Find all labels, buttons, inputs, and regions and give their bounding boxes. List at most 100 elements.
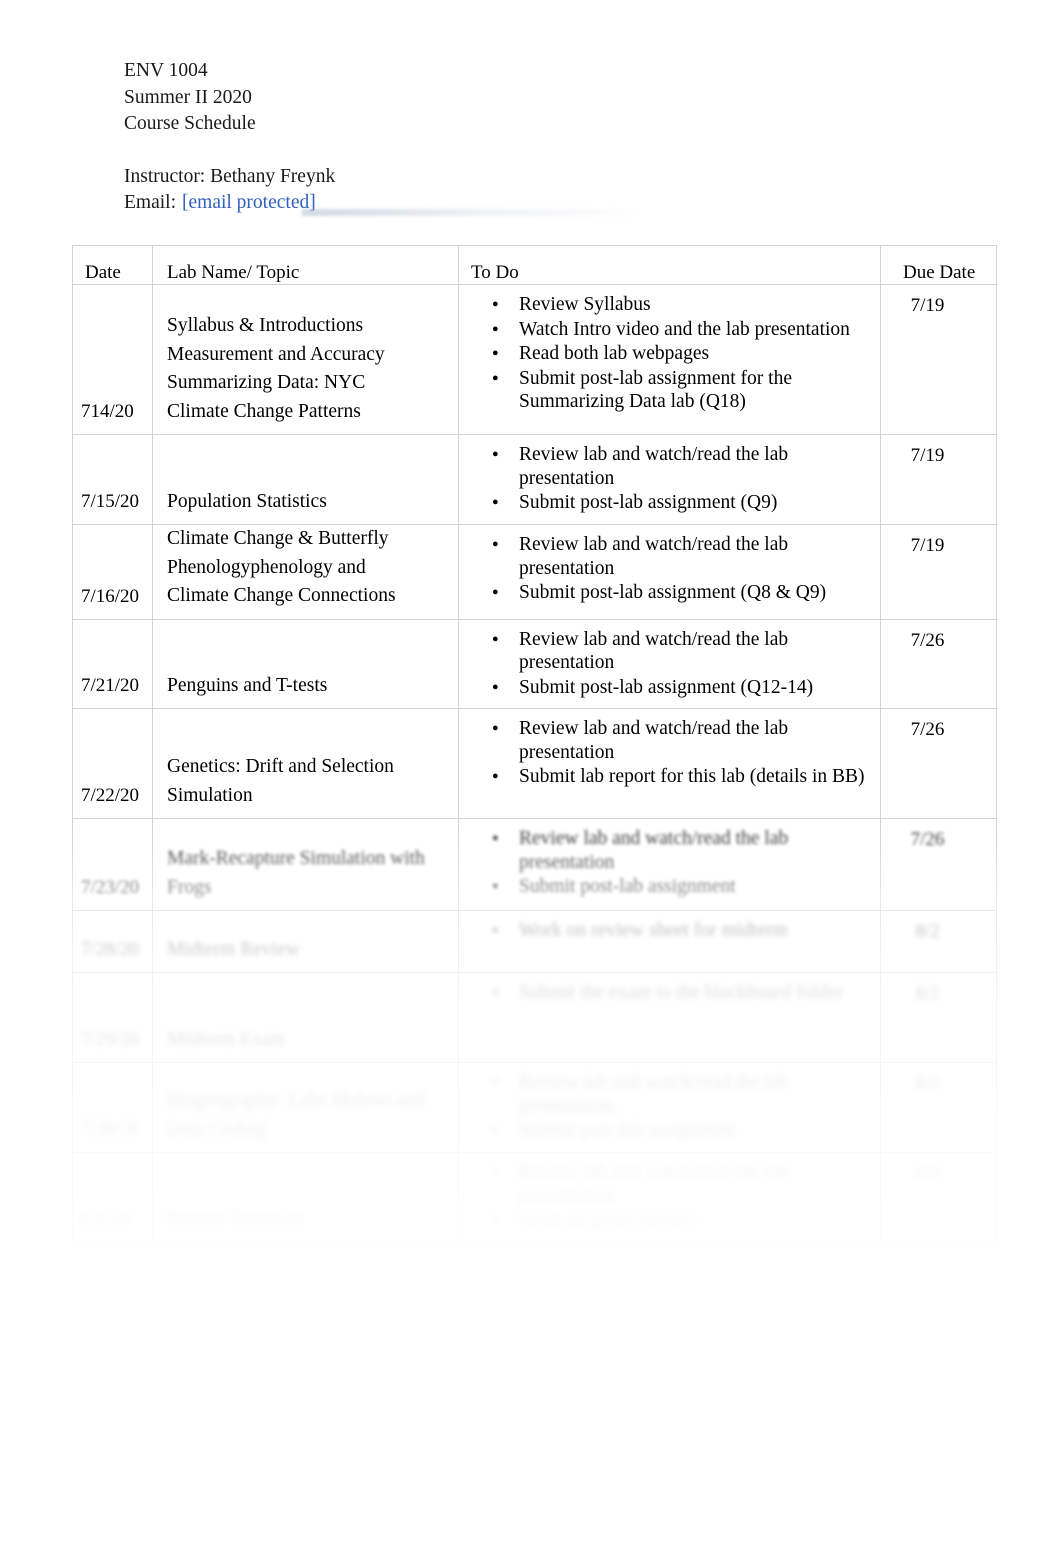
lab-topic-line: Phenologyphenology and [167, 556, 366, 578]
lab-topic-line: Midterm Review [167, 938, 300, 960]
todo-item: Submit post-lab assignment [492, 875, 870, 900]
todo-item: Submit the exam to the blackboard folder [492, 981, 870, 1006]
cell-date: 7/15/20 [72, 434, 153, 525]
lab-topic-line: Primate Behavior [167, 1208, 305, 1230]
due-date-value: 7/26 [910, 719, 945, 741]
table-row: 7/16/20 Climate Change & Butterfly Phenolo… [72, 524, 997, 620]
due-date-value: 8/2 [915, 921, 940, 943]
todo-item: Submit post-lab assignment [492, 1119, 870, 1144]
cell-date: 7/28/20 [72, 910, 153, 974]
lab-topic-text: Mark-Recapture Simulation with Frogs [167, 845, 450, 902]
todo-item: Work on group project [492, 1209, 870, 1234]
column-header-lab: Lab Name/ Topic [152, 245, 459, 285]
date-value: 7/28/20 [81, 939, 140, 961]
lab-topic-line: Simulation [167, 784, 253, 806]
table-row: 7/22/20 Genetics: Drift and Selection Simu… [72, 708, 997, 820]
lab-topic-line: Midterm Exam [167, 1028, 286, 1050]
table-body: 714/20 Syllabus & Introductions Measuremen… [72, 284, 997, 1243]
lab-topic-text: Biogeography: Lake Malawi and Data Coding [167, 1087, 450, 1144]
due-date-value: 8/2 [915, 983, 940, 1005]
cell-date: 714/20 [72, 284, 153, 435]
email-row: Email: [email protected] [124, 190, 824, 217]
todo-list: Review lab and watch/read the lab presen… [459, 717, 870, 790]
due-date-value: 8/9 [915, 1163, 940, 1185]
date-value: 7/23/20 [81, 877, 140, 899]
table-row: 7/30/20 Biogeography: Lake Malawi and Data… [72, 1062, 997, 1154]
lab-topic-text: Primate Behavior [167, 1205, 450, 1234]
cell-lab-topic: Biogeography: Lake Malawi and Data Coding [152, 1062, 459, 1154]
cell-todo: Work on review sheet for midterm [458, 910, 881, 974]
cell-due-date: 8/9 [880, 1152, 997, 1243]
cell-todo: Review lab and watch/read the lab presen… [458, 524, 881, 620]
column-header-due: Due Date [880, 245, 997, 285]
cell-lab-topic: Midterm Review [152, 910, 459, 974]
lab-topic-line: Biogeography: Lake Malawi and [167, 1090, 425, 1112]
cell-due-date: 7/19 [880, 284, 997, 435]
todo-list: Review lab and watch/read the lab presen… [459, 628, 870, 701]
cell-date: 7/23/20 [72, 818, 153, 912]
course-schedule-table: Date Lab Name/ Topic To Do Due Date 714/… [72, 245, 997, 1243]
lab-topic-line: Measurement and Accuracy [167, 343, 385, 365]
date-value: 714/20 [81, 401, 134, 422]
document-header: ENV 1004 Summer II 2020 Course Schedule … [124, 58, 824, 217]
email-label: Email: [124, 192, 176, 213]
column-header-todo: To Do [458, 245, 881, 285]
table-row: 7/23/20 Mark-Recapture Simulation with Fro… [72, 818, 997, 912]
lab-topic-text: Genetics: Drift and Selection Simulation [167, 753, 450, 810]
date-value: 7/30/20 [81, 1119, 140, 1141]
lab-topic-line: Population Statistics [167, 490, 327, 512]
cell-todo: Review SyllabusWatch Intro video and the… [458, 284, 881, 435]
cell-due-date: 7/19 [880, 434, 997, 525]
date-value: 8/4/20 [81, 1208, 130, 1230]
cell-todo: Review lab and watch/read the lab presen… [458, 1152, 881, 1243]
column-header-date: Date [72, 245, 153, 285]
todo-item: Review lab and watch/read the lab presen… [492, 533, 870, 581]
todo-item: Review lab and watch/read the lab presen… [492, 443, 870, 491]
todo-item: Review lab and watch/read the lab presen… [492, 628, 870, 676]
document-page: ENV 1004 Summer II 2020 Course Schedule … [0, 0, 1062, 1561]
cell-todo: Review lab and watch/read the lab presen… [458, 434, 881, 525]
todo-item: Submit post-lab assignment (Q12-14) [492, 676, 870, 701]
date-value: 7/15/20 [81, 491, 140, 512]
cell-lab-topic: Genetics: Drift and Selection Simulation [152, 708, 459, 820]
cell-due-date: 8/2 [880, 972, 997, 1064]
header-spacer [124, 138, 824, 164]
cell-todo: Submit the exam to the blackboard folder [458, 972, 881, 1064]
date-value: 7/21/20 [81, 675, 140, 697]
date-value: 7/16/20 [81, 585, 140, 607]
cell-lab-topic: Population Statistics [152, 434, 459, 525]
lab-topic-line: Frogs [167, 876, 212, 898]
cell-todo: Review lab and watch/read the lab presen… [458, 1062, 881, 1154]
lab-topic-line: Summarizing Data: NYC [167, 372, 366, 393]
todo-list: Review lab and watch/read the lab presen… [459, 1071, 870, 1144]
table-row: 8/4/20 Primate Behavior Review lab and wat… [72, 1152, 997, 1243]
todo-item: Submit post-lab assignment (Q9) [492, 491, 870, 516]
email-link[interactable]: [email protected] [182, 192, 316, 213]
cell-due-date: 7/26 [880, 818, 997, 912]
due-date-value: 7/26 [910, 629, 945, 651]
cell-lab-topic: Mark-Recapture Simulation with Frogs [152, 818, 459, 912]
lab-topic-text: Syllabus & Introductions Measurement and … [167, 312, 450, 426]
cell-date: 7/16/20 [72, 524, 153, 620]
lab-topic-line: Climate Change Connections [167, 585, 396, 606]
todo-list: Submit the exam to the blackboard folder [459, 981, 870, 1006]
cell-due-date: 8/2 [880, 1062, 997, 1154]
todo-list: Review lab and watch/read the lab presen… [459, 443, 870, 516]
lab-topic-line: Climate Change Patterns [167, 400, 361, 422]
cell-lab-topic: Syllabus & Introductions Measurement and … [152, 284, 459, 435]
redaction-smear [302, 209, 632, 216]
todo-item: Submit post-lab assignment (Q8 & Q9) [492, 581, 870, 606]
todo-item: Review lab and watch/read the lab presen… [492, 827, 870, 875]
lab-topic-line: Data Coding [167, 1118, 267, 1140]
due-date-value: 7/19 [910, 535, 945, 556]
lab-topic-line: Mark-Recapture Simulation with [167, 848, 425, 870]
todo-item: Submit post-lab assignment for the Summa… [492, 367, 870, 415]
todo-item: Read both lab webpages [492, 342, 870, 367]
lab-topic-text: Penguins and T-tests [167, 672, 450, 701]
cell-date: 7/29/20 [72, 972, 153, 1064]
cell-lab-topic: Primate Behavior [152, 1152, 459, 1243]
cell-date: 7/21/20 [72, 618, 153, 710]
lab-topic-text: Midterm Exam [167, 1026, 450, 1055]
table-row: 7/21/20 Penguins and T-tests Review lab an… [72, 618, 997, 710]
instructor-line: Instructor: Bethany Freynk [124, 165, 336, 187]
